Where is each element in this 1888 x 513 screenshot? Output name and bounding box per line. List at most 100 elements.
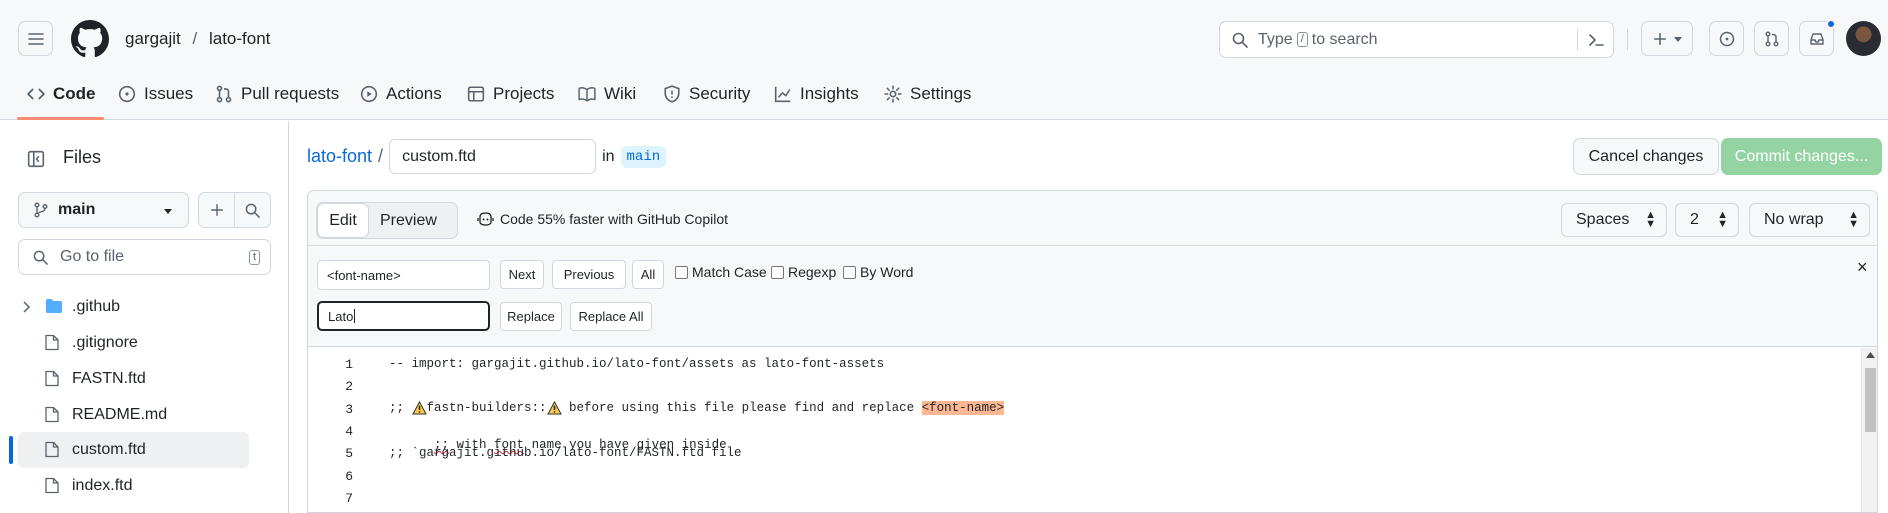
book-icon <box>578 86 596 102</box>
search-icon <box>33 250 48 265</box>
replace-input-value: Lato <box>328 308 354 324</box>
play-icon <box>360 85 378 103</box>
header-divider <box>1627 29 1628 50</box>
tab-edit[interactable]: Edit <box>317 203 369 238</box>
match-case-checkbox[interactable]: Match Case <box>675 264 767 280</box>
match-case-label: Match Case <box>692 264 767 280</box>
search-input[interactable]: Type / to search <box>1219 21 1614 58</box>
line-number: 3 <box>345 402 353 417</box>
find-next-button[interactable]: Next <box>500 260 544 289</box>
editor-toolbar: Edit Preview Code 55% faster with GitHub… <box>308 191 1877 246</box>
tab-projects[interactable]: Projects <box>467 79 554 109</box>
replace-input[interactable]: Lato <box>317 301 490 331</box>
add-file-button[interactable] <box>198 192 235 228</box>
tab-issues[interactable]: Issues <box>118 79 193 109</box>
warning-icon <box>411 401 427 415</box>
copilot-icon <box>477 212 494 226</box>
search-icon <box>245 203 260 218</box>
go-to-file-input[interactable]: Go to file t <box>18 239 271 275</box>
line-number: 1 <box>345 357 353 372</box>
by-word-label: By Word <box>860 264 914 280</box>
find-input[interactable]: <font-name> <box>317 260 490 290</box>
repo-link[interactable]: lato-font <box>209 29 270 48</box>
code-editor[interactable]: 1 2 3 4 5 6 7 -- import: gargajit.github… <box>308 348 1861 512</box>
tab-label: Code <box>53 84 96 103</box>
issue-opened-icon <box>118 85 136 103</box>
scrollbar-thumb[interactable] <box>1865 368 1876 432</box>
find-all-button[interactable]: All <box>632 260 664 289</box>
by-word-checkbox[interactable]: By Word <box>843 264 913 280</box>
triangle-down-icon <box>1673 36 1682 42</box>
regexp-checkbox[interactable]: Regexp <box>771 264 836 280</box>
tree-item-github-folder[interactable]: .github <box>18 289 267 325</box>
editor-container: Edit Preview Code 55% faster with GitHub… <box>307 190 1878 513</box>
close-find-button[interactable]: × <box>1857 257 1868 278</box>
checkbox-box <box>675 265 688 279</box>
tab-wiki[interactable]: Wiki <box>578 79 636 109</box>
tree-item-label: README.md <box>72 406 168 423</box>
indent-size-value: 2 <box>1690 211 1699 228</box>
pull-requests-button[interactable] <box>1754 21 1789 56</box>
tab-settings[interactable]: Settings <box>884 79 971 109</box>
text-cursor <box>354 309 356 323</box>
tree-item-label: .gitignore <box>72 334 138 351</box>
tab-preview[interactable]: Preview <box>380 212 437 230</box>
warning-icon <box>546 401 562 415</box>
issues-button[interactable] <box>1709 21 1744 56</box>
command-palette-icon[interactable] <box>1588 32 1604 48</box>
tab-security[interactable]: Security <box>663 79 750 109</box>
branch-badge: main <box>620 145 667 168</box>
indent-size-select[interactable]: 2 ▲ ▼ <box>1675 203 1739 237</box>
menu-button[interactable] <box>18 21 53 56</box>
search-files-button[interactable] <box>234 192 271 228</box>
code-text: before using this file please find and r… <box>561 401 922 415</box>
find-previous-button[interactable]: Previous <box>552 260 626 289</box>
github-logo[interactable] <box>71 20 109 58</box>
filename-input[interactable]: custom.ftd <box>389 139 597 174</box>
tab-pull-requests[interactable]: Pull requests <box>215 79 339 109</box>
scroll-up-icon <box>1866 352 1875 358</box>
tab-label: Security <box>689 84 751 103</box>
wrap-mode-select[interactable]: No wrap ▲ ▼ <box>1749 203 1870 237</box>
git-pull-request-icon <box>1765 31 1778 46</box>
select-arrows-icon: ▲ ▼ <box>1848 209 1859 230</box>
tab-actions[interactable]: Actions <box>360 79 442 109</box>
replace-all-button[interactable]: Replace All <box>570 302 652 331</box>
notification-dot <box>1826 19 1836 29</box>
collapse-sidebar-button[interactable] <box>18 141 53 176</box>
branch-selector[interactable]: main <box>18 192 189 228</box>
breadcrumb-separator: / <box>192 29 198 48</box>
tree-item-file[interactable]: .gitignore <box>0 325 249 361</box>
copilot-text: Code 55% faster with GitHub Copilot <box>500 211 728 227</box>
editor-scrollbar[interactable] <box>1861 348 1877 512</box>
replace-button[interactable]: Replace <box>500 302 562 331</box>
avatar[interactable] <box>1846 21 1881 56</box>
tree-item-file[interactable]: README.md <box>0 397 249 433</box>
tab-code[interactable]: Code <box>27 79 96 109</box>
tab-label: Pull requests <box>241 84 340 103</box>
copilot-promo[interactable]: Code 55% faster with GitHub Copilot <box>477 211 728 227</box>
search-prefix: Type <box>1258 30 1293 48</box>
triangle-down-icon <box>164 209 172 214</box>
indent-mode-select[interactable]: Spaces ▲ ▼ <box>1561 203 1667 237</box>
tree-item-label: index.ftd <box>72 477 133 494</box>
create-new-button[interactable] <box>1641 21 1693 56</box>
repo-path-link[interactable]: lato-font <box>307 146 372 167</box>
git-branch-icon <box>34 202 48 218</box>
shield-icon <box>664 85 680 103</box>
tab-insights[interactable]: Insights <box>774 79 859 109</box>
file-icon <box>45 334 59 351</box>
tree-item-file[interactable]: FASTN.ftd <box>0 361 249 397</box>
owner-link[interactable]: gargajit <box>125 29 181 48</box>
inbox-button[interactable] <box>1799 19 1836 56</box>
search-icon <box>1232 32 1248 48</box>
cancel-changes-button[interactable]: Cancel changes <box>1573 138 1719 175</box>
folder-icon <box>46 299 62 313</box>
commit-changes-button[interactable]: Commit changes... <box>1721 138 1882 175</box>
code-line-5: ;; `gargajit.github.io/lato-font/FASTN.f… <box>389 446 742 460</box>
tree-item-file-selected[interactable]: custom.ftd <box>0 432 249 468</box>
sidebar-collapse-icon <box>27 150 44 167</box>
selected-indicator <box>9 436 13 464</box>
tree-item-file[interactable]: index.ftd <box>0 468 249 504</box>
code-line-3: ;; fastn-builders:: before using this fi… <box>389 401 1005 415</box>
